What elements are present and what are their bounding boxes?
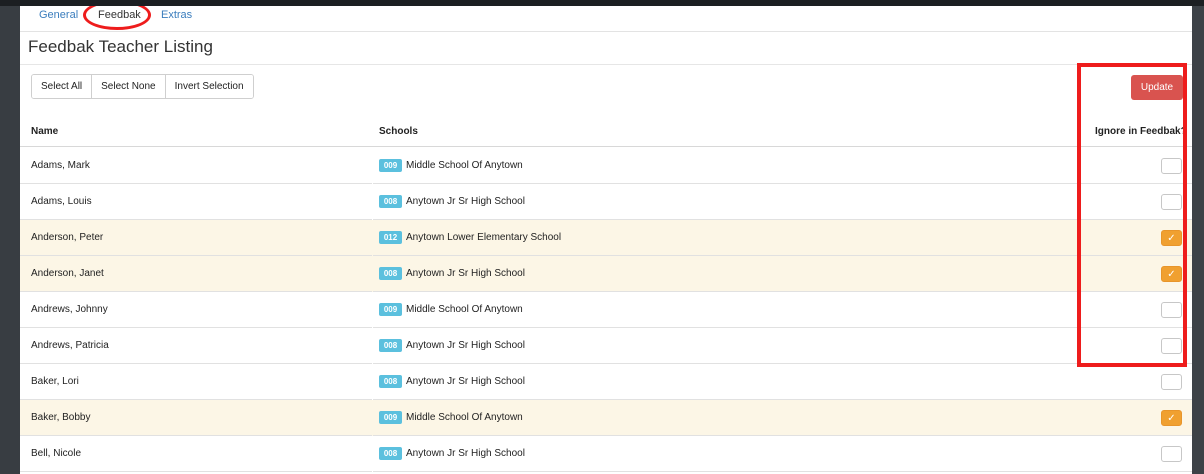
ignore-checkbox[interactable]: [1161, 302, 1182, 318]
school-name: Middle School Of Anytown: [406, 304, 523, 315]
select-none-button[interactable]: Select None: [92, 75, 166, 98]
ignore-checkbox[interactable]: [1161, 158, 1182, 174]
school-code-badge: 008: [379, 375, 402, 388]
teacher-name: Bell, Nicole: [31, 448, 82, 459]
tab-general[interactable]: General: [39, 9, 78, 21]
ignore-checkbox[interactable]: [1161, 194, 1182, 210]
school-name: Middle School Of Anytown: [406, 412, 523, 423]
ignore-checkbox[interactable]: [1161, 374, 1182, 390]
school-name: Anytown Jr Sr High School: [406, 196, 525, 207]
title-divider: [20, 64, 1192, 65]
school-code-badge: 008: [379, 447, 402, 460]
teacher-name: Andrews, Patricia: [31, 340, 109, 351]
table-row: Anderson, Peter 012 Anytown Lower Elementa…: [20, 220, 1192, 256]
table-row: Adams, Louis 008 Anytown Jr Sr High School: [20, 184, 1192, 220]
school-code-badge: 009: [379, 159, 402, 172]
table-row: Andrews, Johnny 009 Middle School Of Anyto…: [20, 292, 1192, 328]
invert-selection-button[interactable]: Invert Selection: [165, 75, 253, 98]
teacher-name: Baker, Bobby: [31, 412, 91, 423]
header-divider: [20, 146, 1192, 147]
ignore-checkbox[interactable]: ✓: [1161, 266, 1182, 282]
checkmark-icon: ✓: [1167, 233, 1176, 244]
select-all-button[interactable]: Select All: [32, 75, 93, 98]
teacher-name: Adams, Mark: [31, 160, 90, 171]
school-code-badge: 008: [379, 195, 402, 208]
page-title: Feedbak Teacher Listing: [28, 37, 213, 56]
checkmark-icon: ✓: [1167, 413, 1176, 424]
column-header-ignore: Ignore in Feedbak?: [1095, 126, 1187, 137]
school-code-badge: 012: [379, 231, 402, 244]
column-header-name: Name: [31, 126, 59, 137]
table-row: Andrews, Patricia 008 Anytown Jr Sr High S…: [20, 328, 1192, 364]
right-scroll-edge: [1192, 6, 1204, 474]
table-row: Anderson, Janet 008 Anytown Jr Sr High Sch…: [20, 256, 1192, 292]
row-divider: [373, 471, 1192, 472]
school-code-badge: 009: [379, 303, 402, 316]
tab-feedbak[interactable]: Feedbak: [98, 9, 141, 21]
school-name: Middle School Of Anytown: [406, 160, 523, 171]
school-code-badge: 008: [379, 267, 402, 280]
school-name: Anytown Lower Elementary School: [406, 232, 562, 243]
tab-bar: General Feedbak Extras: [20, 6, 1192, 32]
school-name: Anytown Jr Sr High School: [406, 376, 525, 387]
selection-button-group: Select All Select None Invert Selection: [31, 74, 254, 99]
update-button[interactable]: Update: [1131, 75, 1183, 100]
teacher-name: Andrews, Johnny: [31, 304, 108, 315]
table-row: Adams, Mark 009 Middle School Of Anytown: [20, 148, 1192, 184]
school-code-badge: 009: [379, 411, 402, 424]
ignore-checkbox[interactable]: ✓: [1161, 410, 1182, 426]
checkmark-icon: ✓: [1167, 269, 1176, 280]
teacher-name: Anderson, Peter: [31, 232, 104, 243]
ignore-checkbox[interactable]: [1161, 446, 1182, 462]
tab-extras[interactable]: Extras: [161, 9, 192, 21]
teacher-name: Adams, Louis: [31, 196, 92, 207]
table-row: Baker, Bobby 009 Middle School Of Anytown ✓: [20, 400, 1192, 436]
table-row: Bell, Nicole 008 Anytown Jr Sr High School: [20, 436, 1192, 472]
teacher-name: Baker, Lori: [31, 376, 79, 387]
row-divider: [20, 471, 372, 472]
school-name: Anytown Jr Sr High School: [406, 340, 525, 351]
school-name: Anytown Jr Sr High School: [406, 268, 525, 279]
left-sidebar-edge: [0, 6, 20, 474]
ignore-checkbox[interactable]: ✓: [1161, 230, 1182, 246]
column-header-schools: Schools: [379, 126, 418, 137]
school-code-badge: 008: [379, 339, 402, 352]
teacher-name: Anderson, Janet: [31, 268, 104, 279]
ignore-checkbox[interactable]: [1161, 338, 1182, 354]
school-name: Anytown Jr Sr High School: [406, 448, 525, 459]
feedbak-panel: General Feedbak Extras Feedbak Teacher L…: [20, 6, 1192, 474]
table-row: Baker, Lori 008 Anytown Jr Sr High School: [20, 364, 1192, 400]
